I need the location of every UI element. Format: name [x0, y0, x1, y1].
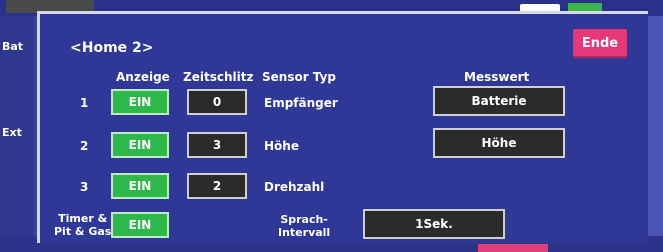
dialog-title: <Home 2>: [70, 40, 154, 56]
header-measured-value: Messwert: [464, 70, 530, 84]
sensor-type-row-1[interactable]: Empfänger: [264, 96, 338, 110]
background-right-strip: [648, 16, 663, 252]
display-toggle-row-1[interactable]: EIN: [111, 89, 169, 115]
row-number: 3: [80, 180, 89, 194]
header-display: Anzeige: [116, 70, 170, 84]
row-number: 1: [80, 96, 89, 110]
timer-label-line1: Timer &: [58, 212, 108, 225]
measured-value-button-row-1[interactable]: Batterie: [433, 86, 565, 116]
timer-label: Timer & Pit & Gas: [54, 212, 111, 238]
display-toggle-row-2[interactable]: EIN: [111, 132, 169, 158]
measured-value-button-row-2[interactable]: Höhe: [433, 128, 565, 158]
background-bottom-button: [478, 244, 548, 252]
header-sensor-type: Sensor Typ: [262, 70, 336, 84]
screen: Bat Ext <Home 2> Ende Anzeige Zeitschlit…: [0, 0, 663, 252]
sensor-type-row-2[interactable]: Höhe: [264, 139, 299, 153]
background-label-bat: Bat: [2, 40, 24, 53]
row-number: 2: [80, 139, 89, 153]
speech-interval-label: Sprach- Intervall: [278, 213, 330, 239]
background-label-ext: Ext: [2, 126, 22, 139]
home2-dialog: <Home 2> Ende Anzeige Zeitschlitz Sensor…: [37, 11, 648, 243]
timeslot-button-row-2[interactable]: 3: [187, 132, 247, 158]
timer-display-toggle[interactable]: EIN: [111, 212, 169, 238]
header-timeslot: Zeitschlitz: [183, 70, 254, 84]
timeslot-button-row-1[interactable]: 0: [187, 89, 247, 115]
speech-interval-label-line1: Sprach-: [280, 213, 328, 226]
close-button[interactable]: Ende: [573, 29, 627, 58]
sensor-type-row-3[interactable]: Drehzahl: [264, 180, 324, 194]
display-toggle-row-3[interactable]: EIN: [111, 173, 169, 199]
timeslot-button-row-3[interactable]: 2: [187, 173, 247, 199]
speech-interval-label-line2: Intervall: [278, 226, 331, 239]
timer-label-line2: Pit & Gas: [54, 225, 112, 238]
speech-interval-button[interactable]: 1Sek.: [363, 209, 505, 239]
